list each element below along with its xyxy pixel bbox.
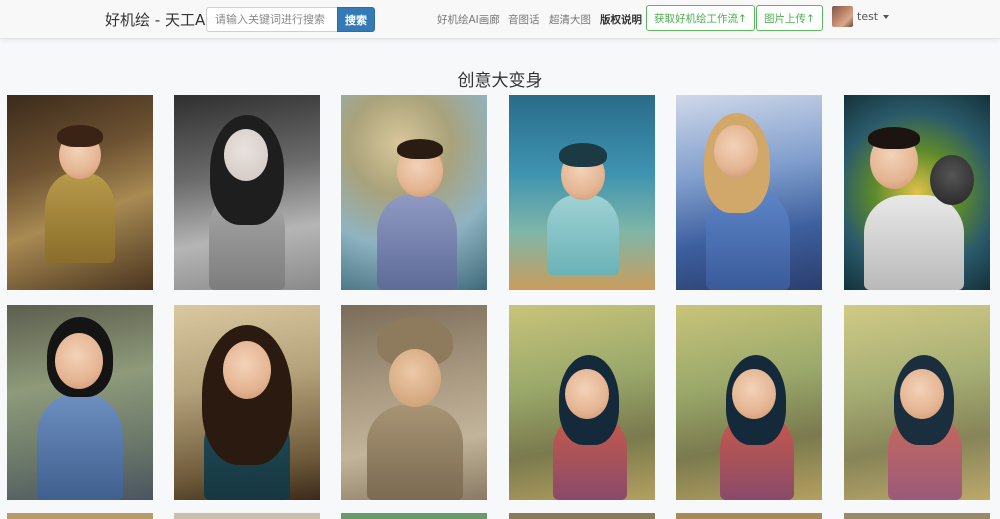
gallery-image[interactable] [509,95,655,290]
image-gallery [0,0,1000,519]
gallery-image[interactable] [844,95,990,290]
gallery-image[interactable] [509,513,655,519]
gallery-image[interactable] [676,95,822,290]
gallery-image[interactable] [341,513,487,519]
gallery-image[interactable] [844,305,990,500]
gallery-image[interactable] [7,305,153,500]
gallery-image[interactable] [844,513,990,519]
gallery-image[interactable] [174,305,320,500]
gallery-image[interactable] [7,95,153,290]
gallery-image[interactable] [7,513,153,519]
gallery-image[interactable] [509,305,655,500]
gallery-image[interactable] [341,305,487,500]
gallery-image[interactable] [676,305,822,500]
gallery-image[interactable] [341,95,487,290]
gallery-image[interactable] [676,513,822,519]
gallery-image[interactable] [174,95,320,290]
gallery-image[interactable] [174,513,320,519]
